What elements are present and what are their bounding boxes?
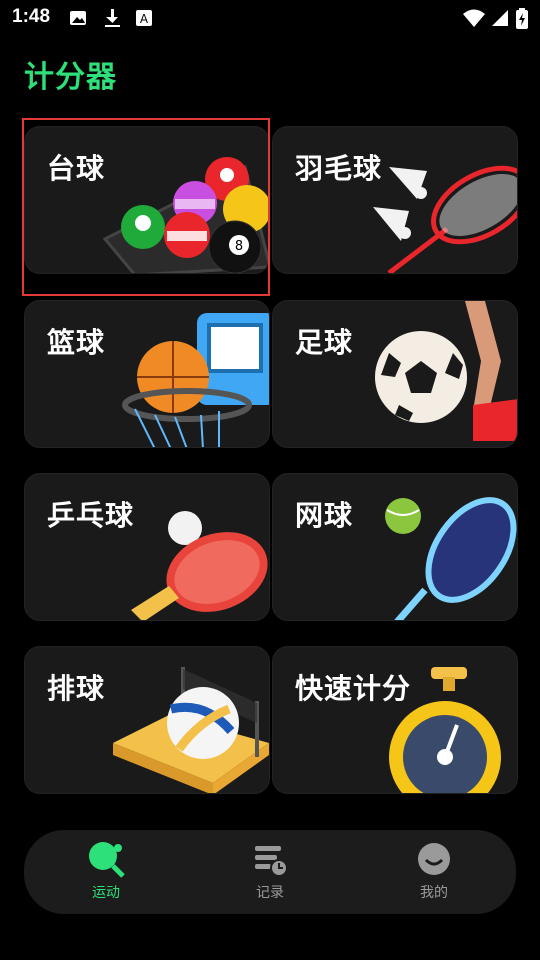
sport-card-ping-pong[interactable]: 乒乓球 xyxy=(24,473,270,621)
svg-text:A: A xyxy=(140,12,149,26)
basketball-hoop-icon xyxy=(122,313,269,447)
ping-pong-icon xyxy=(89,842,125,878)
nav-label: 记录 xyxy=(256,885,284,901)
svg-text:8: 8 xyxy=(235,239,243,254)
nav-item-records[interactable]: 记录 xyxy=(225,840,315,906)
sport-card-quick-score[interactable]: 快速计分 xyxy=(272,646,518,794)
battery-icon xyxy=(516,8,528,29)
sport-card-label: 排球 xyxy=(47,672,106,705)
nav-item-profile[interactable]: 我的 xyxy=(389,840,479,906)
sport-card-label: 足球 xyxy=(295,326,354,359)
billiards-balls-icon: 8 xyxy=(102,157,269,273)
profile-smile-icon xyxy=(418,843,450,875)
sport-card-tennis[interactable]: 网球 xyxy=(272,473,518,621)
sport-card-label: 网球 xyxy=(295,499,354,532)
sport-card-label: 羽毛球 xyxy=(295,152,383,185)
sport-card-volleyball[interactable]: 排球 xyxy=(24,646,270,794)
bottom-navigation: 运动 记录 我的 xyxy=(24,830,516,914)
nav-label: 我的 xyxy=(420,885,448,901)
nav-label: 运动 xyxy=(92,885,120,901)
font-notification-icon: A xyxy=(136,10,152,26)
sport-card-label: 快速计分 xyxy=(295,672,412,705)
status-bar: 1:48 A xyxy=(0,0,540,36)
sport-card-label: 篮球 xyxy=(47,326,106,359)
sport-card-label: 乒乓球 xyxy=(47,499,135,532)
app-title: 计分器 xyxy=(24,60,117,95)
sport-card-badminton[interactable]: 羽毛球 xyxy=(272,126,518,274)
badminton-racket-icon xyxy=(373,165,517,273)
status-time: 1:48 xyxy=(12,6,51,27)
sport-card-billiards[interactable]: 台球 8 xyxy=(24,126,270,274)
wifi-icon xyxy=(463,9,485,27)
download-icon xyxy=(105,9,120,27)
cell-signal-icon xyxy=(492,10,508,26)
soccer-ball-icon xyxy=(375,301,517,441)
tennis-racket-icon xyxy=(385,497,517,620)
image-notification-icon xyxy=(70,11,86,25)
sport-card-label: 台球 xyxy=(47,152,106,185)
records-icon xyxy=(255,846,288,877)
nav-item-sports[interactable]: 运动 xyxy=(61,840,151,906)
volleyball-court-icon xyxy=(113,667,269,793)
sport-card-soccer[interactable]: 足球 xyxy=(272,300,518,448)
sport-card-basketball[interactable]: 篮球 xyxy=(24,300,270,448)
ping-pong-paddle-icon xyxy=(131,511,268,620)
